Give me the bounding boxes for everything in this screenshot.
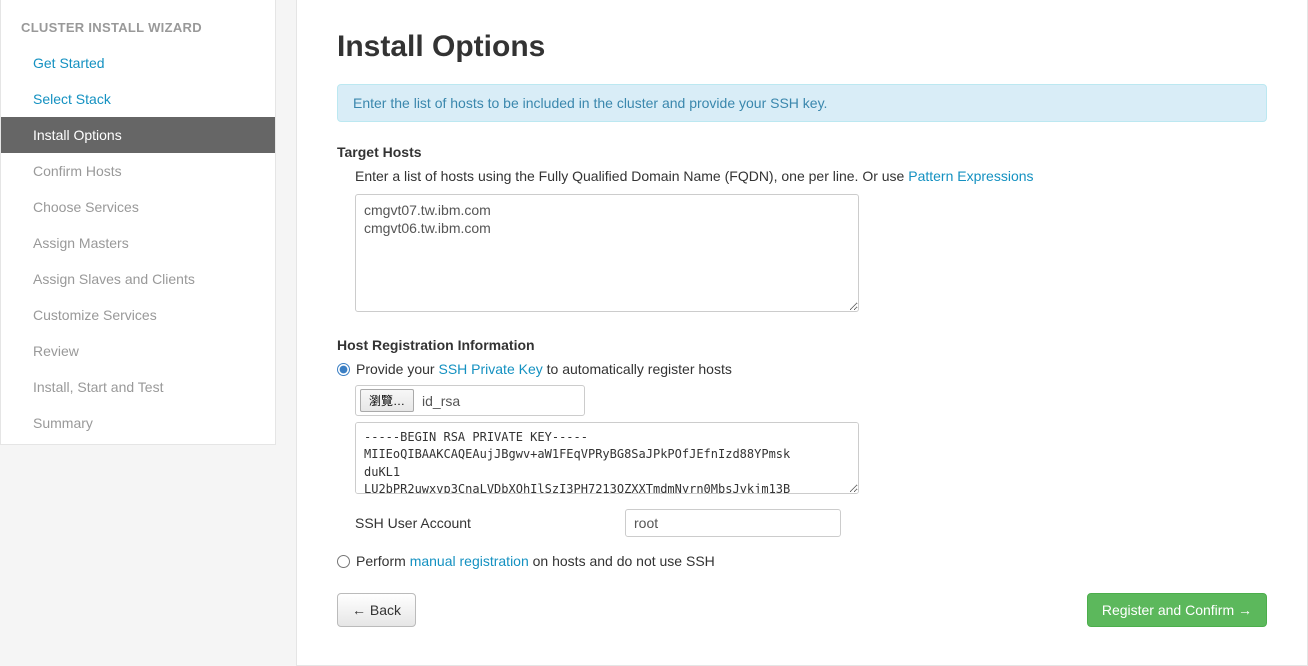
manual-reg-radio[interactable]	[337, 555, 350, 568]
sidebar-item-summary: Summary	[1, 405, 275, 441]
sidebar-item-get-started[interactable]: Get Started	[1, 45, 275, 81]
sidebar-item-install-test: Install, Start and Test	[1, 369, 275, 405]
info-banner: Enter the list of hosts to be included i…	[337, 84, 1267, 122]
sidebar-item-select-stack[interactable]: Select Stack	[1, 81, 275, 117]
sidebar-title: CLUSTER INSTALL WIZARD	[1, 20, 275, 45]
sidebar-item-confirm-hosts: Confirm Hosts	[1, 153, 275, 189]
page-title: Install Options	[337, 30, 1267, 64]
target-hosts-textarea[interactable]	[355, 194, 859, 312]
wizard-sidebar: CLUSTER INSTALL WIZARD Get Started Selec…	[0, 0, 276, 445]
sidebar-item-customize: Customize Services	[1, 297, 275, 333]
sidebar-item-review: Review	[1, 333, 275, 369]
main-panel: Install Options Enter the list of hosts …	[296, 0, 1308, 666]
target-hosts-hint: Enter a list of hosts using the Fully Qu…	[355, 168, 1267, 184]
manual-registration-link[interactable]: manual registration	[410, 553, 529, 569]
register-confirm-button[interactable]: Register and Confirm →	[1087, 593, 1267, 627]
ssh-user-label: SSH User Account	[355, 515, 625, 531]
ssh-user-input[interactable]	[625, 509, 841, 537]
pattern-expressions-link[interactable]: Pattern Expressions	[908, 168, 1033, 184]
browse-button[interactable]: 瀏覽…	[360, 389, 414, 412]
sidebar-item-assign-masters: Assign Masters	[1, 225, 275, 261]
file-name: id_rsa	[422, 393, 460, 409]
ssh-key-radio[interactable]	[337, 363, 350, 376]
file-picker[interactable]: 瀏覽… id_rsa	[355, 385, 585, 416]
ssh-key-option[interactable]: Provide your SSH Private Key to automati…	[337, 361, 1267, 377]
sidebar-item-assign-slaves: Assign Slaves and Clients	[1, 261, 275, 297]
ssh-key-textarea[interactable]	[355, 422, 859, 494]
host-reg-heading: Host Registration Information	[337, 337, 1267, 353]
ssh-private-key-link[interactable]: SSH Private Key	[438, 361, 542, 377]
back-button[interactable]: ← Back	[337, 593, 416, 627]
manual-reg-option[interactable]: Perform manual registration on hosts and…	[337, 553, 1267, 569]
target-hosts-heading: Target Hosts	[337, 144, 1267, 160]
sidebar-item-install-options[interactable]: Install Options	[1, 117, 275, 153]
sidebar-item-choose-services: Choose Services	[1, 189, 275, 225]
